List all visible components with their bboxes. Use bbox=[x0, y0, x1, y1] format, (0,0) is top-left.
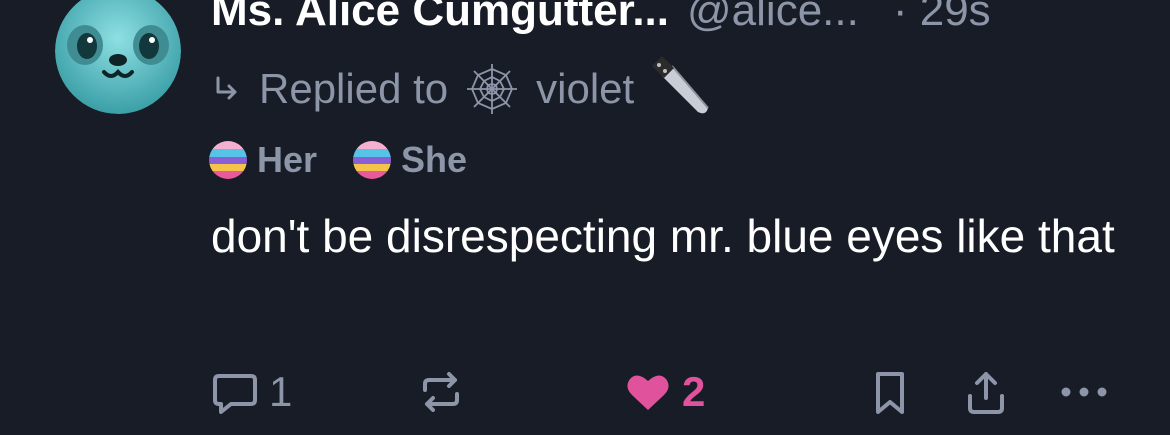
replied-to-label: Replied to bbox=[259, 65, 449, 112]
reply-arrow-icon bbox=[216, 76, 237, 100]
post-text: don't be disrespecting mr. blue eyes lik… bbox=[211, 210, 1115, 262]
reply-count: 1 bbox=[269, 368, 293, 415]
spider-web-icon bbox=[467, 64, 518, 114]
timestamp[interactable]: · 29s bbox=[893, 0, 991, 36]
share-icon bbox=[968, 372, 1004, 414]
kitchen-knife-icon bbox=[652, 56, 709, 114]
more-icon bbox=[1061, 387, 1107, 397]
pronoun-list: Her She bbox=[209, 138, 467, 182]
pronoun-label: She bbox=[401, 139, 468, 180]
replied-to-line: Replied to violet bbox=[211, 56, 714, 116]
pronoun-tag-her[interactable]: Her bbox=[209, 139, 317, 181]
repost-button[interactable] bbox=[417, 362, 465, 422]
like-button[interactable]: 2 bbox=[624, 362, 705, 422]
like-count: 2 bbox=[682, 368, 706, 415]
avatar[interactable] bbox=[55, 0, 181, 114]
bookmark-button[interactable] bbox=[866, 362, 914, 422]
comment-icon bbox=[213, 374, 257, 414]
pronoun-tag-she[interactable]: She bbox=[353, 139, 467, 181]
heart-icon bbox=[627, 375, 669, 410]
pronoun-badge-icon bbox=[353, 141, 392, 179]
bookmark-icon bbox=[876, 372, 904, 414]
post-header: Ms. Alice Cumgutter... @alice... · 29s bbox=[211, 0, 991, 46]
pronoun-label: Her bbox=[257, 139, 318, 180]
reply-button[interactable]: 1 bbox=[211, 362, 292, 422]
action-bar: 1 2 bbox=[0, 362, 1170, 422]
repost-icon bbox=[423, 372, 459, 412]
seal-avatar-icon bbox=[55, 0, 181, 114]
display-name[interactable]: Ms. Alice Cumgutter... bbox=[211, 0, 669, 36]
more-button[interactable] bbox=[1058, 362, 1110, 422]
replied-to-name[interactable]: violet bbox=[536, 65, 634, 113]
handle[interactable]: @alice... bbox=[687, 0, 859, 36]
share-button[interactable] bbox=[962, 362, 1010, 422]
pronoun-badge-icon bbox=[209, 141, 247, 179]
